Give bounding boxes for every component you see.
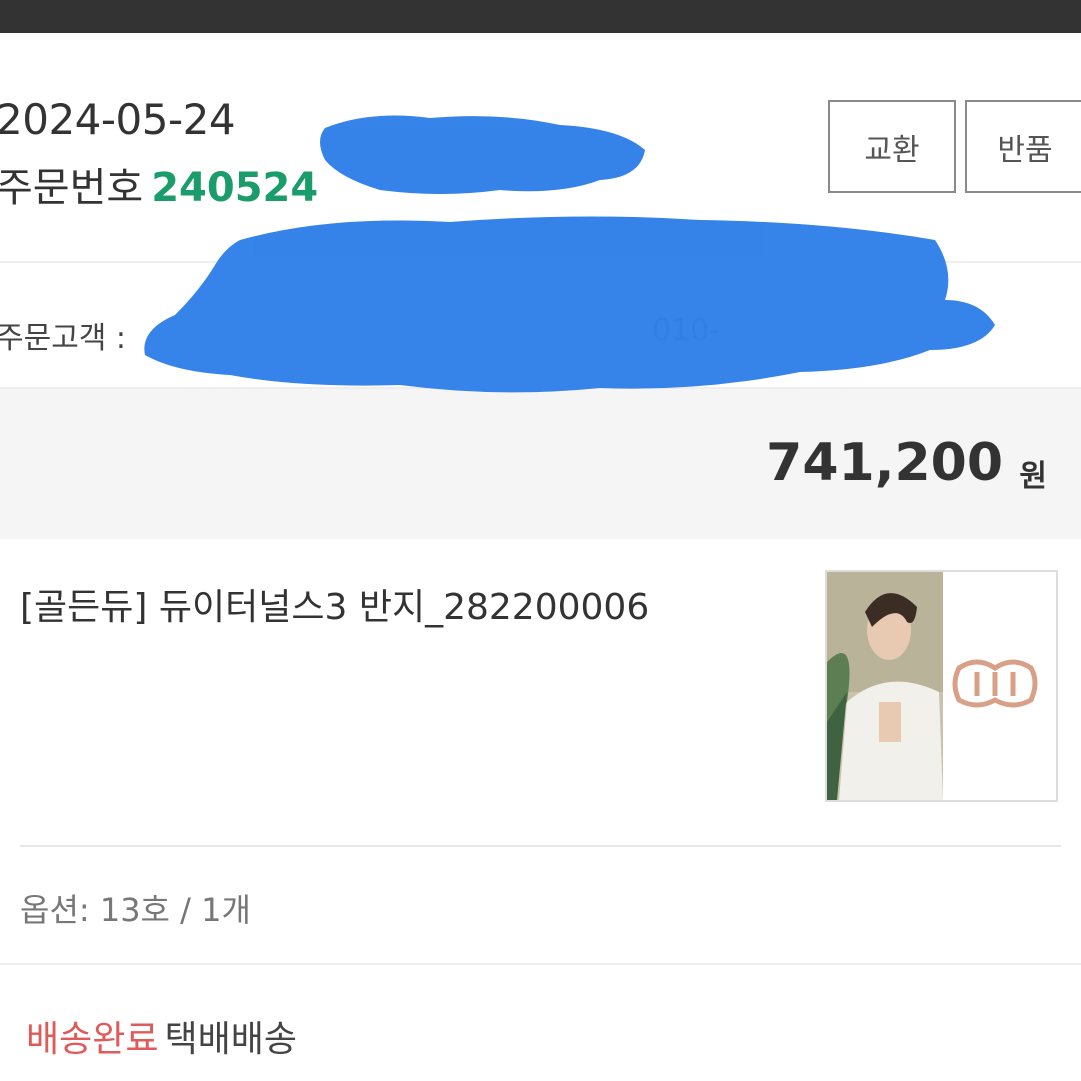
app-top-bar [0, 0, 1081, 33]
delivery-method: 택배배송 [164, 1019, 297, 1060]
delivery-info: 배송완료 택배배송 [26, 1010, 297, 1062]
product-option: 옵션: 13호 / 1개 [20, 891, 251, 929]
total-currency-unit: 원 [1019, 459, 1047, 494]
product-image [827, 572, 1056, 800]
order-header: 2024-05-24 주문번호 240524 교환 반품 [0, 33, 1081, 263]
exchange-button[interactable]: 교환 [828, 100, 956, 193]
return-button[interactable]: 반품 [965, 100, 1081, 193]
delivery-status: 배송완료 [26, 1019, 159, 1060]
total-amount: 741,200 [766, 433, 1003, 493]
order-number-label: 주문번호 [0, 165, 144, 211]
customer-info: 주문고객 : 010- [0, 263, 1081, 389]
product-name[interactable]: [골든듀] 듀이터널스3 반지_282200006 [20, 578, 649, 630]
divider [20, 845, 1061, 847]
divider [0, 963, 1081, 965]
customer-label: 주문고객 : [0, 321, 127, 356]
customer-phone: 010- [652, 313, 721, 348]
order-total: 741,200 원 [0, 389, 1081, 539]
order-date: 2024-05-24 [0, 95, 236, 144]
order-number-row: 주문번호 240524 [0, 155, 318, 213]
product-thumbnail[interactable] [825, 570, 1058, 802]
order-number-value[interactable]: 240524 [151, 165, 318, 211]
